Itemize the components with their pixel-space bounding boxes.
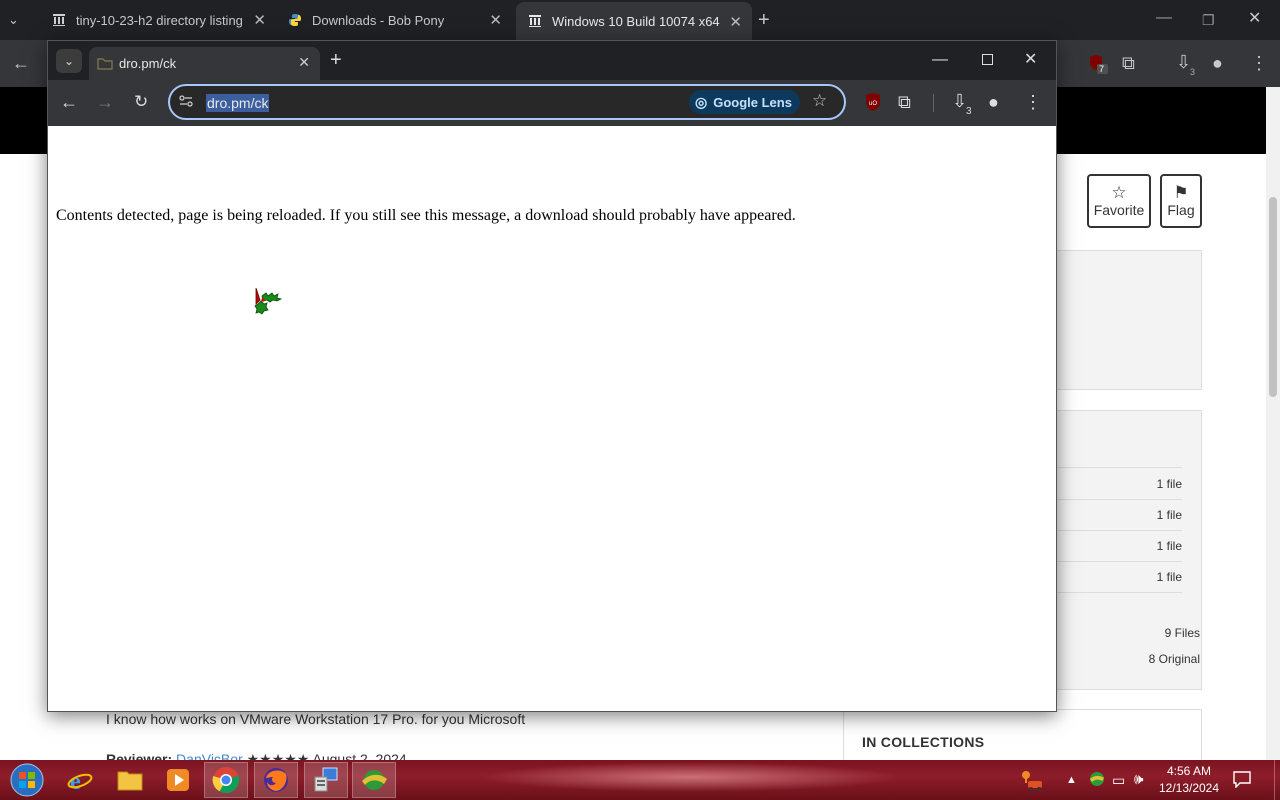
popup-tab-title: dro.pm/ck — [119, 56, 177, 71]
flag-button[interactable]: ⚑ Flag — [1160, 174, 1202, 228]
lens-icon: ◎ — [695, 93, 708, 110]
tray-globe-icon[interactable] — [1088, 770, 1106, 788]
bookmark-star-icon[interactable]: ☆ — [812, 91, 827, 111]
show-desktop-button[interactable] — [1274, 760, 1280, 800]
clock-time: 4:56 AM — [1166, 764, 1212, 778]
ublock-icon[interactable]: uO — [864, 92, 882, 112]
back-arrow-icon[interactable]: ← — [60, 92, 78, 112]
reload-message: Contents detected, page is being reloade… — [56, 207, 796, 224]
profile-icon[interactable]: ● — [1212, 53, 1223, 73]
favorite-button[interactable]: ☆ Favorite — [1087, 174, 1151, 228]
popup-toolbar: ← → ↻ dro.pm/ck ◎ Google Lens ☆ uO ⧉ ⇩ 3… — [48, 80, 1056, 126]
tab-downloads-bob-pony[interactable]: Downloads - Bob Pony ✕ — [276, 0, 512, 40]
info-panel — [1056, 250, 1202, 390]
extension-badge: 7 — [1099, 64, 1105, 74]
reload-icon[interactable]: ↻ — [134, 92, 148, 112]
flag-icon: ⚑ — [1173, 183, 1189, 202]
download-icon[interactable]: ⇩ — [1176, 52, 1191, 72]
file-count-row[interactable]: 1 file — [1056, 531, 1182, 562]
tab-title: Windows 10 Build 10074 x64 D — [552, 13, 720, 29]
star-icon: ☆ — [1111, 183, 1127, 202]
menu-kebab-icon[interactable]: ⋮ — [1024, 92, 1042, 112]
file-explorer-icon[interactable] — [108, 762, 152, 798]
holly-cursor-icon — [252, 286, 286, 327]
download-badge: 3 — [1190, 67, 1196, 77]
close-icon[interactable]: ✕ — [298, 54, 310, 71]
file-count-row[interactable]: 1 file — [1056, 562, 1182, 593]
python-icon — [288, 13, 302, 27]
lens-label: Google Lens — [713, 94, 792, 110]
tab-search-icon[interactable]: ⌄ — [56, 49, 82, 73]
internet-explorer-icon[interactable]: e — [58, 762, 102, 798]
action-center-icon[interactable] — [1232, 770, 1252, 789]
favorite-label: Favorite — [1093, 202, 1145, 218]
notification-car-icon[interactable] — [1016, 766, 1044, 794]
page-icon — [97, 56, 113, 70]
minimize-icon[interactable]: — — [932, 50, 948, 70]
tab-title: Downloads - Bob Pony — [312, 12, 445, 28]
minimize-icon[interactable]: — — [1156, 8, 1172, 28]
tab-directory-listing[interactable]: tiny-10-23-h2 directory listing ✕ — [40, 0, 276, 40]
maximize-icon[interactable] — [982, 54, 993, 65]
background-tab-strip: ⌄ tiny-10-23-h2 directory listing ✕ Down… — [0, 0, 1280, 40]
popup-tab[interactable]: dro.pm/ck ✕ — [89, 47, 320, 80]
forward-arrow-icon[interactable]: → — [96, 92, 114, 112]
restore-icon[interactable]: ❐ — [1202, 10, 1215, 30]
new-tab-icon[interactable]: + — [330, 50, 342, 70]
archive-icon — [52, 13, 66, 27]
close-window-icon[interactable]: ✕ — [1024, 50, 1037, 70]
new-tab-icon[interactable]: + — [758, 10, 770, 30]
control-panel-icon[interactable] — [304, 762, 348, 798]
close-icon[interactable]: ✕ — [729, 13, 742, 31]
extensions-puzzle-icon[interactable]: ⧉ — [898, 92, 911, 112]
ublock-icon[interactable]: 7 — [1088, 53, 1108, 75]
show-hidden-icons-icon[interactable]: ▲ — [1066, 770, 1077, 790]
page-scrollbar[interactable] — [1266, 87, 1280, 760]
taskbar-clock[interactable]: 4:56 AM 12/13/2024 — [1158, 763, 1220, 797]
svg-text:uO: uO — [869, 101, 877, 107]
popup-browser-window: ⌄ dro.pm/ck ✕ + — ✕ ← → ↻ dro.pm/ck ◎ Go… — [47, 40, 1057, 712]
download-badge: 3 — [966, 106, 972, 117]
network-globe-icon[interactable] — [352, 762, 396, 798]
back-arrow-icon[interactable]: ← — [12, 53, 30, 73]
volume-icon[interactable]: 🕪 — [1134, 770, 1143, 790]
files-total[interactable]: 9 Files — [1080, 626, 1200, 640]
clock-date: 12/13/2024 — [1158, 781, 1220, 795]
download-icon[interactable]: ⇩ — [952, 91, 967, 111]
extensions-puzzle-icon[interactable]: ⧉ — [1122, 53, 1135, 73]
tab-windows-10-build[interactable]: Windows 10 Build 10074 x64 D ✕ — [516, 2, 752, 40]
windows-logo-icon — [10, 763, 44, 797]
original-total[interactable]: 8 Original — [1080, 652, 1200, 666]
popup-page-content: Contents detected, page is being reloade… — [48, 126, 1056, 711]
start-button[interactable] — [4, 762, 50, 798]
windows-taskbar: e ▲ ▭ 🕪 4:56 AM 12/13/2024 — [0, 760, 1280, 800]
divider — [933, 94, 934, 112]
taskbar-wallpaper-glow — [480, 762, 900, 792]
file-count-row[interactable]: 1 file — [1056, 469, 1182, 500]
close-icon[interactable]: ✕ — [489, 11, 502, 29]
chrome-icon[interactable] — [204, 762, 248, 798]
archive-icon — [528, 14, 542, 28]
google-lens-button[interactable]: ◎ Google Lens — [689, 90, 800, 114]
url-text[interactable]: dro.pm/ck — [206, 94, 270, 112]
address-bar[interactable]: dro.pm/ck ◎ Google Lens ☆ — [168, 84, 846, 120]
divider — [1056, 467, 1182, 468]
popup-tab-strip: ⌄ dro.pm/ck ✕ + — ✕ — [48, 41, 1056, 80]
menu-kebab-icon[interactable]: ⋮ — [1250, 53, 1268, 73]
review-body: I know how works on VMware Workstation 1… — [106, 711, 526, 727]
tab-search-icon[interactable]: ⌄ — [8, 10, 19, 30]
close-icon[interactable]: ✕ — [253, 11, 266, 29]
flag-label: Flag — [1167, 202, 1195, 218]
firefox-icon[interactable] — [254, 762, 298, 798]
profile-icon[interactable]: ● — [988, 92, 999, 112]
network-icon[interactable]: ▭ — [1112, 770, 1125, 790]
media-player-icon[interactable] — [156, 762, 200, 798]
close-window-icon[interactable]: ✕ — [1248, 9, 1261, 29]
site-settings-icon[interactable] — [178, 93, 194, 109]
file-count-row[interactable]: 1 file — [1056, 500, 1182, 531]
tab-title: tiny-10-23-h2 directory listing — [76, 12, 243, 28]
scrollbar-thumb[interactable] — [1269, 197, 1277, 397]
collections-title: IN COLLECTIONS — [862, 734, 985, 750]
